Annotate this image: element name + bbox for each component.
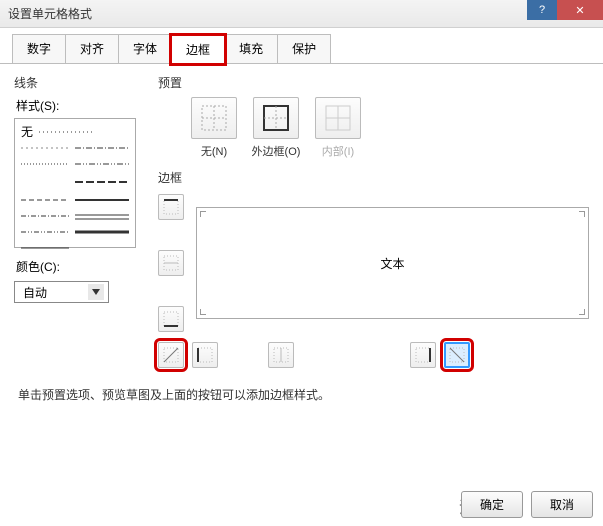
help-button[interactable]: ? xyxy=(527,0,557,20)
tab-border[interactable]: 边框 xyxy=(171,35,225,64)
window-title: 设置单元格格式 xyxy=(8,5,92,22)
preview-text: 文本 xyxy=(380,255,404,272)
border-bottom-button[interactable] xyxy=(158,306,184,332)
preset-none-label: 无(N) xyxy=(188,143,240,159)
border-right-button[interactable] xyxy=(410,342,436,368)
title-bar: 设置单元格格式 ? ✕ xyxy=(0,0,603,28)
style-none-option[interactable]: 无 xyxy=(21,123,33,140)
border-left-button[interactable] xyxy=(192,342,218,368)
border-top-button[interactable] xyxy=(158,194,184,220)
preset-inside-label: 内部(I) xyxy=(312,143,364,159)
tab-font[interactable]: 字体 xyxy=(118,34,172,63)
tab-bar: 数字 对齐 字体 边框 填充 保护 xyxy=(0,28,603,64)
tab-fill[interactable]: 填充 xyxy=(224,34,278,63)
border-preview[interactable]: 文本 xyxy=(196,207,589,319)
hint-text: 单击预置选项、预览草图及上面的按钮可以添加边框样式。 xyxy=(18,386,585,403)
border-middle-h-button[interactable] xyxy=(158,250,184,276)
line-style-list[interactable]: 无 xyxy=(14,118,136,248)
preset-outline-button[interactable] xyxy=(253,97,299,139)
cancel-button[interactable]: 取消 xyxy=(531,491,593,518)
preset-section-label: 预置 xyxy=(158,74,589,91)
close-button[interactable]: ✕ xyxy=(557,0,603,20)
color-field-label: 颜色(C): xyxy=(16,258,144,275)
tab-protection[interactable]: 保护 xyxy=(277,34,331,63)
border-middle-v-button[interactable] xyxy=(268,342,294,368)
line-section-label: 线条 xyxy=(14,74,144,91)
color-dropdown[interactable]: 自动 xyxy=(14,281,109,303)
border-diagonal-up-button[interactable] xyxy=(158,342,184,368)
chevron-down-icon xyxy=(88,284,104,300)
border-section-label: 边框 xyxy=(158,169,589,186)
style-field-label: 样式(S): xyxy=(16,97,144,114)
tab-number[interactable]: 数字 xyxy=(12,34,66,63)
border-diagonal-down-button[interactable] xyxy=(444,342,470,368)
preset-outline-label: 外边框(O) xyxy=(250,143,302,159)
color-dropdown-value: 自动 xyxy=(23,284,47,301)
ok-button[interactable]: 确定 xyxy=(461,491,523,518)
preset-inside-button[interactable] xyxy=(315,97,361,139)
preset-none-button[interactable] xyxy=(191,97,237,139)
tab-alignment[interactable]: 对齐 xyxy=(65,34,119,63)
